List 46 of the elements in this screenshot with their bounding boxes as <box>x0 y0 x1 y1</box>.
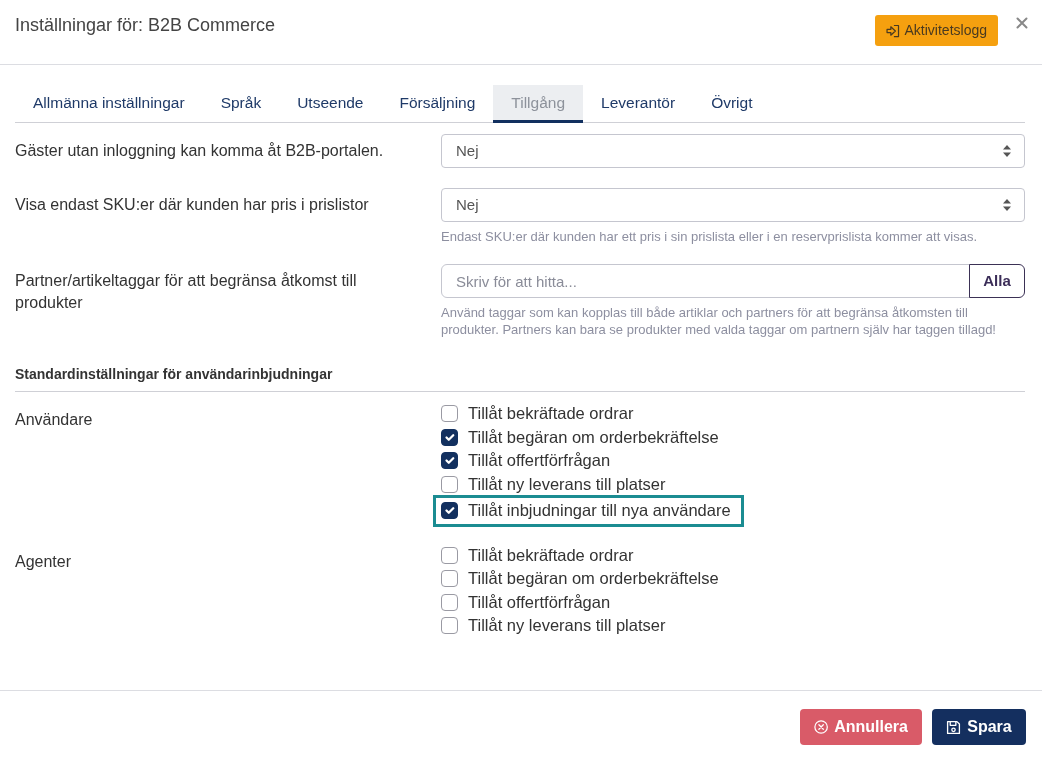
tab[interactable]: Språk <box>202 85 280 123</box>
all-button[interactable]: Alla <box>969 264 1025 298</box>
circle-x-icon <box>814 719 829 735</box>
checkbox[interactable] <box>441 593 458 611</box>
dialog-title: Inställningar för: B2B Commerce <box>15 14 277 36</box>
checkbox-label: Tillåt ny leverans till platser <box>468 473 666 495</box>
checkbox-label: Tillåt ny leverans till platser <box>468 615 666 636</box>
help-text: Endast SKU:er där kunden har ett pris i sin prislista eller i en reservprislista kommer att visas. <box>441 228 979 245</box>
checkbox-label: Tillåt offertförfrågan <box>468 591 611 613</box>
checkbox[interactable] <box>441 428 458 446</box>
checkbox-label: Tillåt offertförfrågan <box>468 450 611 471</box>
checkbox[interactable] <box>441 570 458 588</box>
checkbox[interactable] <box>441 475 458 493</box>
checkbox-label: Tillåt begäran om orderbekräftelse <box>468 426 719 448</box>
tab[interactable]: Utseende <box>279 85 382 123</box>
checkbox[interactable] <box>441 617 458 635</box>
checkbox[interactable] <box>441 405 458 423</box>
tab[interactable]: Försäljning <box>381 85 494 123</box>
checkbox[interactable] <box>441 502 458 520</box>
checkbox[interactable] <box>441 452 458 470</box>
cancel-button[interactable]: Annullera <box>800 709 922 745</box>
setting-label: Gäster utan inloggning kan komma åt B2B-portalen. <box>15 141 385 161</box>
checkbox-label: Tillåt bekräftade ordrar <box>468 544 634 566</box>
select-field[interactable]: Nej <box>441 188 1025 222</box>
save-button[interactable]: Spara <box>932 709 1026 745</box>
setting-label: Partner/artikeltaggar för att begränsa åtkomst till produkter <box>15 271 358 313</box>
close-button[interactable] <box>1016 17 1028 29</box>
setting-label: Visa endast SKU:er där kunden har pris i prislistor <box>15 195 370 215</box>
group-label: Agenter <box>15 551 73 572</box>
select-field[interactable]: Nej <box>441 134 1025 168</box>
tag-search-field[interactable]: Skriv för att hitta... <box>441 264 970 298</box>
checkbox-label: Tillåt inbjudningar till nya användare <box>468 500 731 521</box>
sort-arrows-icon <box>1002 198 1012 212</box>
activity-log-button[interactable]: Aktivitetslogg <box>874 15 998 46</box>
tab[interactable]: Övrigt <box>693 85 771 123</box>
checkbox-label: Tillåt begäran om orderbekräftelse <box>468 568 719 589</box>
close-icon <box>1016 17 1028 29</box>
group-label: Användare <box>15 410 94 430</box>
tab[interactable]: Leverantör <box>583 85 694 123</box>
arrow-into-box-icon <box>885 23 900 38</box>
section-heading: Standardinställningar för användarinbjudningar <box>15 366 1025 392</box>
checkbox-label: Tillåt bekräftade ordrar <box>468 403 634 424</box>
checkbox[interactable] <box>441 546 458 564</box>
tab[interactable]: Allmänna inställningar <box>15 85 203 123</box>
help-text: Använd taggar som kan kopplas till både artiklar och partners för att begränsa åtkomsten till produkter. Partners kan bara se produkter med valda taggar om partnern själv har taggen tillagd! <box>441 304 997 338</box>
sort-arrows-icon <box>1002 144 1012 158</box>
